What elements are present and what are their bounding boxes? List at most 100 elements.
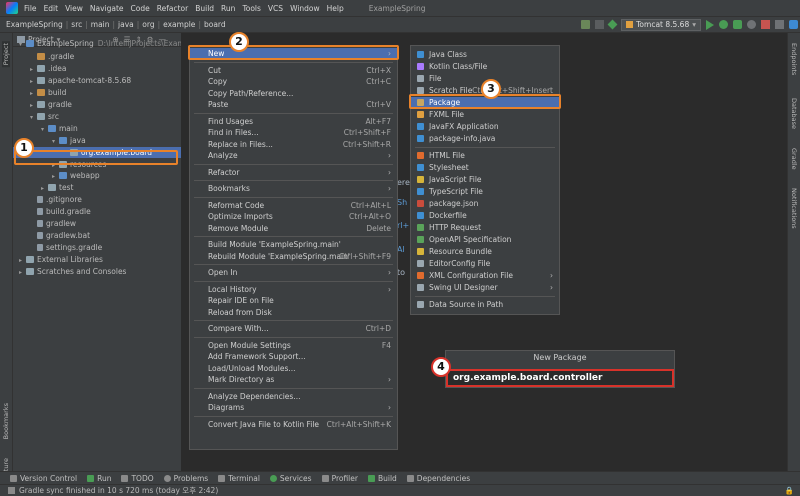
breadcrumb-item[interactable]: ExampleSpring bbox=[4, 20, 65, 29]
context-menu-item[interactable]: Copy Ctrl+C bbox=[190, 76, 397, 87]
debug-icon[interactable] bbox=[719, 20, 728, 29]
profile-icon[interactable] bbox=[747, 20, 756, 29]
tool-tab-problems[interactable]: Problems bbox=[163, 474, 208, 483]
new-submenu-item[interactable]: Resource Bundle bbox=[411, 246, 559, 257]
tree-item[interactable]: ▾ src bbox=[13, 111, 181, 122]
new-submenu-item[interactable]: Dockerfile bbox=[411, 210, 559, 221]
new-submenu-item[interactable]: JavaScript File bbox=[411, 174, 559, 185]
run-config-select[interactable]: Tomcat 8.5.68 ▾ bbox=[621, 18, 701, 31]
menu-refactor[interactable]: Refactor bbox=[157, 4, 188, 13]
new-submenu-item[interactable]: Java Class bbox=[411, 49, 559, 60]
tool-tab-dependencies[interactable]: Dependencies bbox=[406, 474, 470, 483]
context-menu-item[interactable]: Reformat Code Ctrl+Alt+L bbox=[190, 200, 397, 211]
tool-tab-terminal[interactable]: Terminal bbox=[218, 474, 260, 483]
tree-item[interactable]: gradlew bbox=[13, 218, 181, 229]
tree-item[interactable]: ▸ webapp bbox=[13, 170, 181, 181]
tool-tab-notifications[interactable]: Notifications bbox=[790, 188, 798, 229]
tool-tab-run[interactable]: Run bbox=[87, 474, 111, 483]
new-submenu-item[interactable]: OpenAPI Specification bbox=[411, 234, 559, 245]
menu-tools[interactable]: Tools bbox=[242, 4, 260, 13]
new-submenu-item[interactable]: HTTP Request bbox=[411, 222, 559, 233]
chevron-right-icon[interactable]: ▸ bbox=[52, 171, 59, 182]
tool-tab-database[interactable]: Database bbox=[790, 98, 798, 129]
chevron-right-icon[interactable]: ▸ bbox=[41, 183, 48, 194]
context-menu-item[interactable]: Compare With... Ctrl+D bbox=[190, 323, 397, 334]
new-submenu-item[interactable]: package-info.java bbox=[411, 133, 559, 144]
tool-tab-endpoints[interactable]: Endpoints bbox=[790, 43, 798, 75]
context-menu-item[interactable]: Refactor › bbox=[190, 167, 397, 178]
context-menu-item[interactable]: Analyze Dependencies... bbox=[190, 391, 397, 402]
hammer-icon[interactable] bbox=[607, 19, 618, 30]
menu-file[interactable]: File bbox=[24, 4, 37, 13]
context-menu-item[interactable]: Open In › bbox=[190, 267, 397, 278]
tree-item[interactable]: ▸ gradle bbox=[13, 99, 181, 110]
context-menu-item[interactable]: Rebuild Module 'ExampleSpring.main' Ctrl+… bbox=[190, 251, 397, 262]
menu-edit[interactable]: Edit bbox=[44, 4, 59, 13]
context-menu-item[interactable]: Build Module 'ExampleSpring.main' bbox=[190, 239, 397, 250]
tree-item[interactable]: ▸ test bbox=[13, 182, 181, 193]
coverage-icon[interactable] bbox=[733, 20, 742, 29]
chevron-right-icon[interactable]: ▸ bbox=[30, 76, 37, 87]
chevron-right-icon[interactable]: ▸ bbox=[30, 64, 37, 75]
tool-tab-version-control[interactable]: Version Control bbox=[10, 474, 77, 483]
new-submenu-item[interactable]: package.json bbox=[411, 198, 559, 209]
tree-item[interactable]: ▸ apache-tomcat-8.5.68 bbox=[13, 75, 181, 86]
context-menu-item[interactable]: Replace in Files... Ctrl+Shift+R bbox=[190, 139, 397, 150]
new-submenu-item[interactable]: Swing UI Designer › bbox=[411, 282, 559, 293]
tree-item[interactable]: settings.gradle bbox=[13, 242, 181, 253]
tool-tab-build[interactable]: Build bbox=[367, 474, 397, 483]
tool-tab-project[interactable]: Project bbox=[2, 41, 10, 68]
user-icon[interactable] bbox=[595, 20, 605, 29]
tree-item[interactable]: ▾ main bbox=[13, 123, 181, 134]
chevron-down-icon[interactable]: ▾ bbox=[30, 112, 37, 123]
context-menu-item[interactable]: Mark Directory as › bbox=[190, 374, 397, 385]
context-menu-item[interactable]: Paste Ctrl+V bbox=[190, 99, 397, 110]
new-submenu-item[interactable]: Stylesheet bbox=[411, 162, 559, 173]
breadcrumb-item[interactable]: org bbox=[140, 20, 156, 29]
chevron-right-icon[interactable]: ▸ bbox=[30, 100, 37, 111]
new-submenu-item[interactable]: XML Configuration File › bbox=[411, 270, 559, 281]
context-menu-item[interactable]: Analyze › bbox=[190, 150, 397, 161]
search-icon[interactable] bbox=[775, 20, 784, 29]
context-menu-item[interactable]: Remove Module Delete bbox=[190, 223, 397, 234]
chevron-down-icon[interactable]: ▾ bbox=[52, 136, 59, 147]
lock-icon[interactable]: 🔒 bbox=[785, 486, 794, 495]
tree-item[interactable]: .gradle bbox=[13, 51, 181, 62]
new-submenu-item[interactable]: Kotlin Class/File bbox=[411, 61, 559, 72]
chevron-down-icon[interactable]: ▾ bbox=[41, 124, 48, 135]
tree-item[interactable]: ▸ .idea bbox=[13, 63, 181, 74]
context-menu-item[interactable]: Cut Ctrl+X bbox=[190, 65, 397, 76]
menu-run[interactable]: Run bbox=[221, 4, 235, 13]
context-menu-item[interactable]: Add Framework Support... bbox=[190, 351, 397, 362]
tree-item[interactable]: ▸ build bbox=[13, 87, 181, 98]
chevron-right-icon[interactable]: ▸ bbox=[19, 255, 26, 266]
context-menu-item[interactable]: Local History › bbox=[190, 284, 397, 295]
build-hammer-icon[interactable] bbox=[581, 20, 591, 29]
breadcrumb-item[interactable]: java bbox=[116, 20, 136, 29]
jetbrains-icon[interactable] bbox=[789, 20, 798, 29]
stop-icon[interactable] bbox=[761, 20, 770, 29]
tree-item[interactable]: build.gradle bbox=[13, 206, 181, 217]
context-menu-item[interactable]: Convert Java File to Kotlin File Ctrl+Alt… bbox=[190, 419, 397, 430]
chevron-down-icon[interactable]: ▾ bbox=[19, 39, 26, 50]
new-submenu-item[interactable]: Data Source in Path bbox=[411, 299, 559, 310]
tree-item[interactable]: ▾ ExampleSpring D:\IntelliJProjects\Exampl… bbox=[13, 38, 196, 50]
new-submenu-item[interactable]: TypeScript File bbox=[411, 186, 559, 197]
tree-item[interactable]: ▸ Scratches and Consoles bbox=[13, 266, 181, 277]
tree-item[interactable]: ▸ External Libraries bbox=[13, 254, 181, 265]
chevron-right-icon[interactable]: ▸ bbox=[30, 88, 37, 99]
tree-item[interactable]: ▾ java bbox=[13, 135, 181, 146]
context-menu-item[interactable]: Optimize Imports Ctrl+Alt+O bbox=[190, 211, 397, 222]
menu-help[interactable]: Help bbox=[327, 4, 344, 13]
menu-vcs[interactable]: VCS bbox=[268, 4, 283, 13]
chevron-right-icon[interactable]: ▸ bbox=[19, 267, 26, 278]
breadcrumb-item[interactable]: main bbox=[89, 20, 112, 29]
context-menu-item[interactable]: Copy Path/Reference... bbox=[190, 88, 397, 99]
context-menu-item[interactable]: Bookmarks › bbox=[190, 183, 397, 194]
tree-item[interactable]: gradlew.bat bbox=[13, 230, 181, 241]
tool-tab-todo[interactable]: TODO bbox=[121, 474, 154, 483]
context-menu-item[interactable]: Diagrams › bbox=[190, 402, 397, 413]
new-submenu-item[interactable]: JavaFX Application bbox=[411, 121, 559, 132]
new-submenu-item[interactable]: FXML File bbox=[411, 109, 559, 120]
context-menu-item[interactable]: Find in Files... Ctrl+Shift+F bbox=[190, 127, 397, 138]
